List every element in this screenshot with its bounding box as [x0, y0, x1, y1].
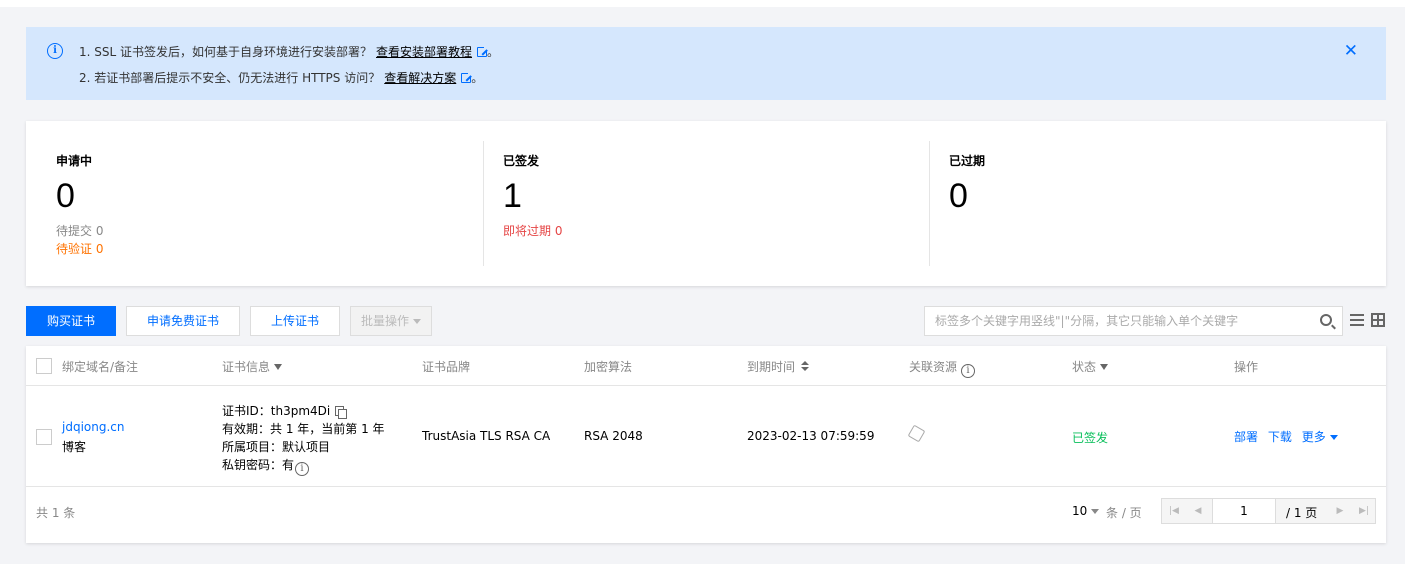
grid-view-icon[interactable] — [1371, 313, 1385, 327]
header-status-label: 状态 — [1072, 360, 1097, 374]
download-link[interactable]: 下载 — [1268, 430, 1292, 444]
batch-operation-button[interactable]: 批量操作 — [350, 306, 432, 336]
upload-certificate-button[interactable]: 上传证书 — [250, 306, 340, 336]
status-badge: 已签发 — [1072, 431, 1109, 445]
stat-pending-submit[interactable]: 待提交 0 — [56, 222, 103, 239]
install-guide-link[interactable]: 查看安装部署教程 — [376, 45, 490, 59]
table-footer: 共 1 条 10 条 / 页 |◀ ◀ / 1 页 ▶ ▶| — [26, 487, 1386, 543]
stats-divider — [929, 141, 930, 266]
cert-private-key: 私钥密码：有 i — [222, 456, 310, 476]
domain-note: 博客 — [62, 440, 87, 454]
solution-link-label: 查看解决方案 — [384, 71, 457, 85]
stat-issued-count[interactable]: 1 — [503, 177, 522, 216]
cert-expiry: 2023-02-13 07:59:59 — [747, 429, 875, 443]
buy-certificate-button[interactable]: 购买证书 — [26, 306, 116, 336]
certificate-table: 绑定域名/备注 证书信息 证书品牌 加密算法 到期时间 关联资源 i 状态 操作 … — [26, 346, 1386, 543]
header-domain: 绑定域名/备注 — [62, 360, 139, 374]
stat-issued-label: 已签发 — [503, 154, 540, 168]
more-menu[interactable]: 更多 — [1302, 430, 1338, 444]
table-row: jdqiong.cn 博客 证书ID：th3pm4Di 有效期：共 1 年，当前… — [26, 386, 1386, 487]
page-size-select[interactable]: 10 — [1072, 504, 1100, 518]
header-actions: 操作 — [1234, 360, 1259, 374]
notice-line-1: 1. SSL 证书签发后，如何基于自身环境进行安装部署？ 查看安装部署教程。 — [79, 43, 499, 60]
chevron-down-icon — [1091, 509, 1100, 514]
copy-icon[interactable] — [335, 406, 348, 419]
external-link-icon — [477, 45, 490, 57]
cert-project: 所属项目：默认项目 — [222, 440, 331, 454]
domain-link[interactable]: jdqiong.cn — [62, 420, 124, 434]
cert-validity: 有效期：共 1 年，当前第 1 年 — [222, 422, 385, 436]
cube-icon[interactable] — [907, 424, 926, 443]
notice-line-2-text: 2. 若证书部署后提示不安全、仍无法进行 HTTPS 访问？ — [79, 71, 381, 85]
search-icon[interactable] — [1320, 314, 1332, 326]
cert-id-text: 证书ID：th3pm4Di — [222, 404, 331, 418]
header-status: 状态 — [1072, 358, 1109, 375]
cert-algorithm: RSA 2048 — [584, 429, 643, 443]
stat-expired-count[interactable]: 0 — [949, 177, 968, 216]
search-box — [924, 306, 1343, 336]
stat-expiring[interactable]: 即将过期 0 — [503, 222, 562, 239]
chevron-down-icon — [1329, 435, 1338, 440]
external-link-icon — [461, 71, 474, 83]
per-page-label: 条 / 页 — [1106, 506, 1142, 520]
select-all-checkbox[interactable] — [36, 358, 52, 374]
page-number-input[interactable] — [1212, 499, 1276, 523]
header-resources: 关联资源 i — [909, 358, 976, 378]
cert-private-key-text: 私钥密码：有 — [222, 458, 295, 472]
solution-link[interactable]: 查看解决方案 — [384, 71, 474, 85]
close-icon[interactable]: ✕ — [1344, 41, 1358, 61]
header-algorithm: 加密算法 — [584, 360, 633, 374]
cert-brand: TrustAsia TLS RSA CA — [422, 429, 551, 443]
table-header: 绑定域名/备注 证书信息 证书品牌 加密算法 到期时间 关联资源 i 状态 操作 — [26, 346, 1386, 386]
stat-expired-label: 已过期 — [949, 154, 986, 168]
first-page-icon[interactable]: |◀ — [1162, 499, 1186, 523]
row-actions: 部署 下载 更多 — [1234, 428, 1338, 445]
stat-applying-label: 申请中 — [56, 154, 93, 168]
filter-icon[interactable] — [274, 364, 283, 370]
total-count: 共 1 条 — [36, 506, 76, 520]
header-expiry-label: 到期时间 — [747, 360, 796, 374]
stats-divider — [483, 141, 484, 266]
more-menu-label: 更多 — [1301, 430, 1326, 444]
stat-applying-count[interactable]: 0 — [56, 177, 75, 216]
notice-line-1-text: 1. SSL 证书签发后，如何基于自身环境进行安装部署？ — [79, 45, 372, 59]
info-icon[interactable]: i — [295, 462, 310, 476]
prev-page-icon[interactable]: ◀ — [1186, 499, 1210, 523]
filter-icon[interactable] — [1100, 364, 1109, 370]
top-strip — [0, 0, 1405, 7]
header-expiry: 到期时间 — [747, 358, 810, 375]
pagination: |◀ ◀ / 1 页 ▶ ▶| — [1161, 498, 1376, 524]
stats-panel: 申请中 0 待提交 0 待验证 0 已签发 1 即将过期 0 已过期 0 — [26, 121, 1386, 286]
cert-id: 证书ID：th3pm4Di — [222, 402, 348, 419]
notice-banner: i 1. SSL 证书签发后，如何基于自身环境进行安装部署？ 查看安装部署教程。 … — [26, 27, 1386, 100]
info-icon[interactable]: i — [961, 364, 976, 378]
header-resources-label: 关联资源 — [909, 360, 958, 374]
deploy-link[interactable]: 部署 — [1234, 430, 1258, 444]
last-page-icon[interactable]: ▶| — [1352, 499, 1376, 523]
list-view-icon[interactable] — [1350, 314, 1364, 326]
header-cert-info-label: 证书信息 — [222, 360, 271, 374]
info-icon: i — [47, 43, 63, 59]
row-checkbox[interactable] — [36, 429, 52, 445]
search-input[interactable] — [925, 307, 1305, 335]
page-size-value: 10 — [1072, 504, 1088, 518]
install-guide-link-label: 查看安装部署教程 — [376, 45, 473, 59]
batch-operation-label: 批量操作 — [360, 314, 409, 328]
notice-line-2: 2. 若证书部署后提示不安全、仍无法进行 HTTPS 访问？ 查看解决方案。 — [79, 69, 483, 86]
total-pages: / 1 页 — [1286, 506, 1318, 520]
next-page-icon[interactable]: ▶ — [1328, 499, 1352, 523]
header-brand: 证书品牌 — [422, 360, 471, 374]
header-cert-info: 证书信息 — [222, 358, 283, 375]
chevron-down-icon — [413, 319, 421, 324]
sort-icon[interactable] — [801, 361, 810, 371]
apply-free-certificate-button[interactable]: 申请免费证书 — [126, 306, 240, 336]
stat-pending-verify[interactable]: 待验证 0 — [56, 240, 103, 257]
